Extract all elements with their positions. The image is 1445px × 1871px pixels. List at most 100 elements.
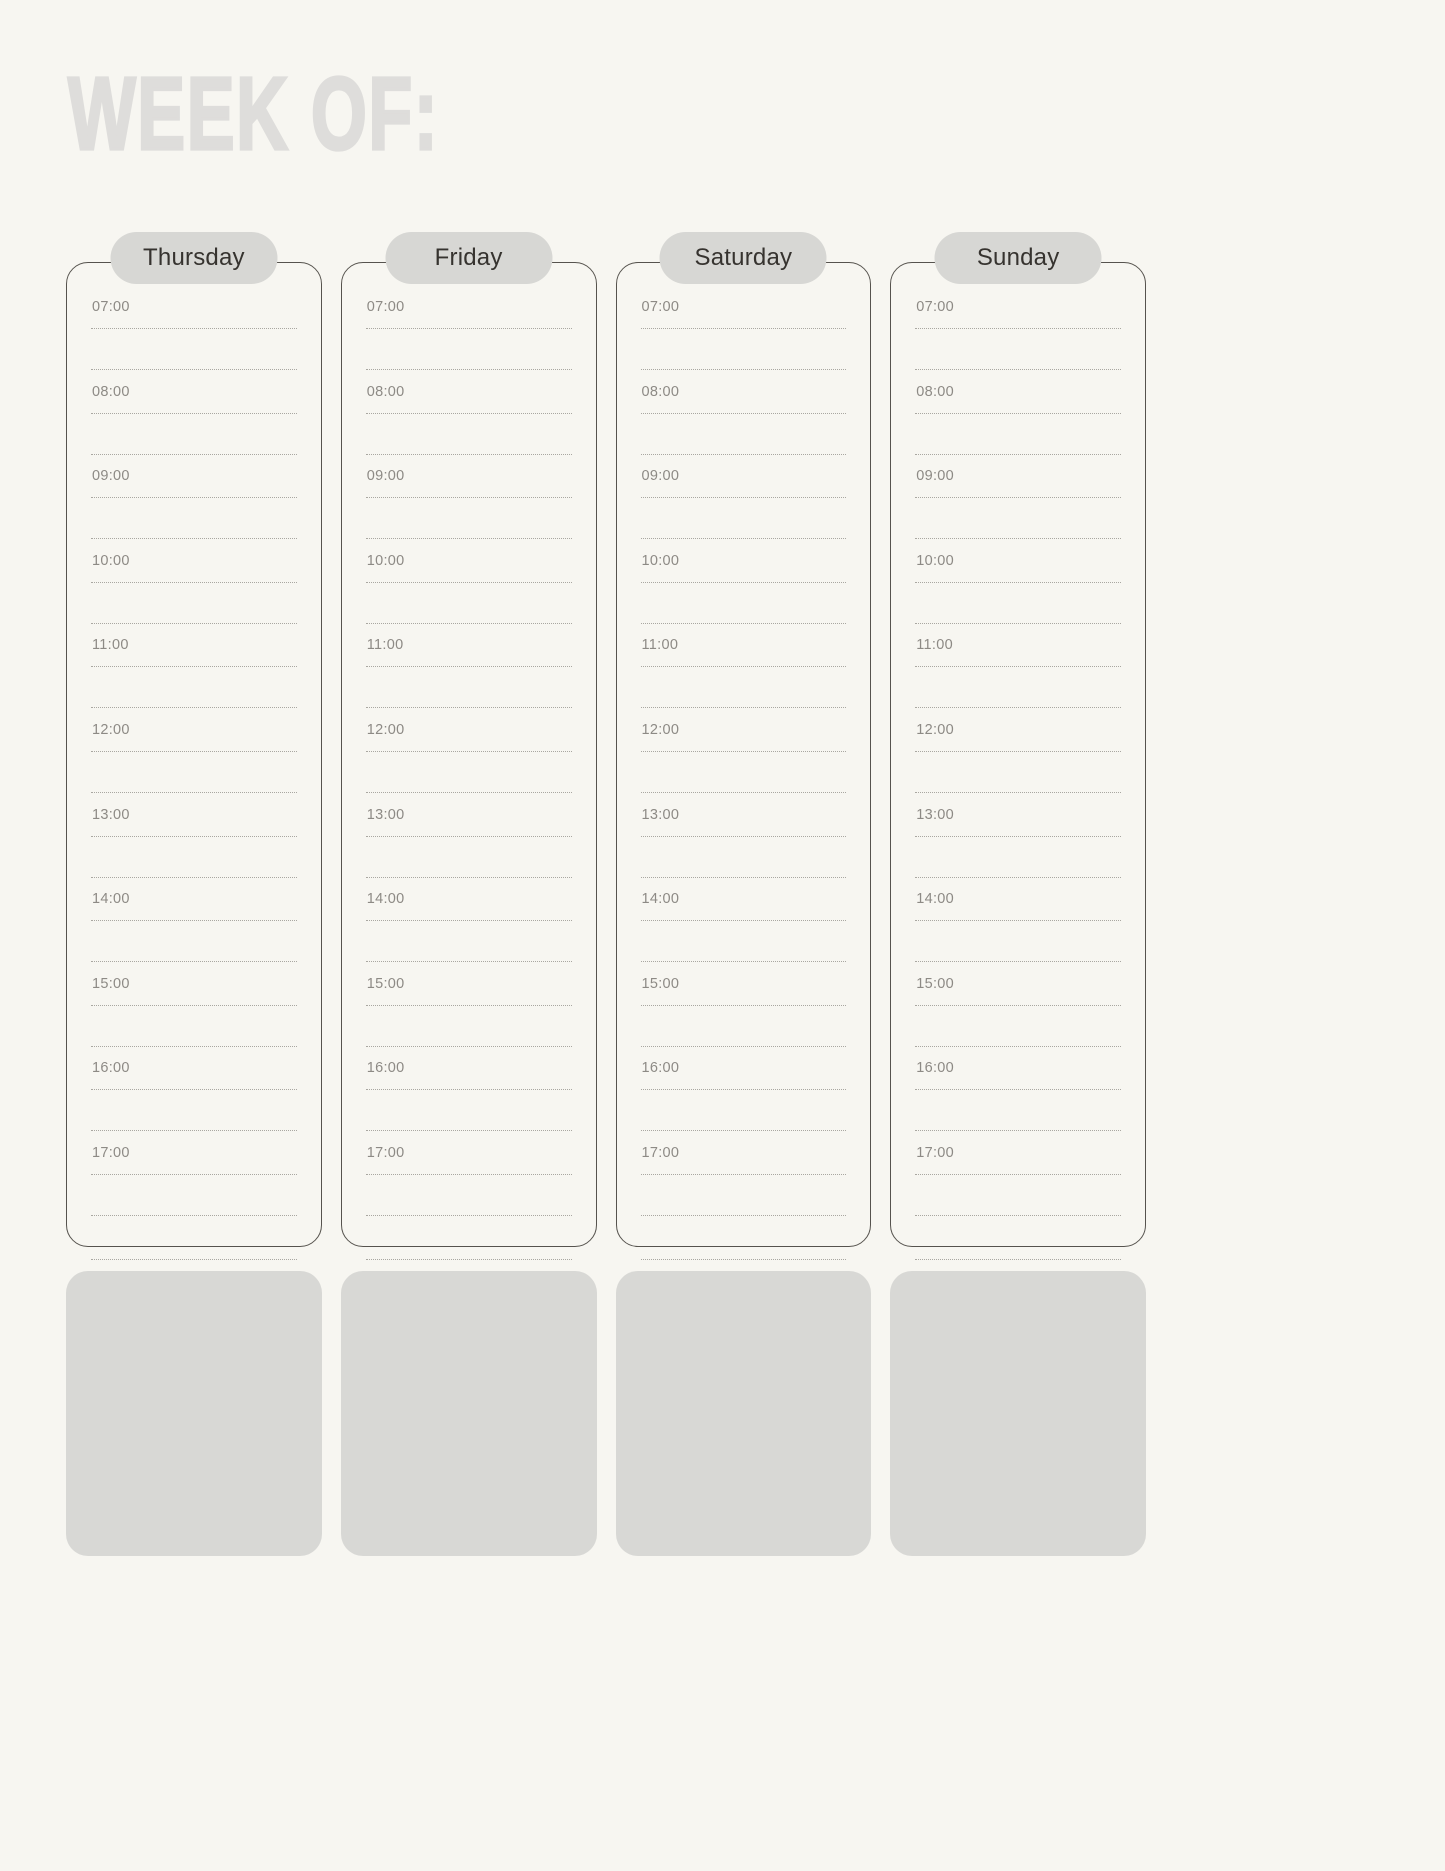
day-header-pill[interactable]: Thursday [110, 232, 278, 284]
writing-rule [91, 1258, 297, 1260]
time-label: 15:00 [92, 975, 130, 992]
time-slot[interactable]: 12:00 [365, 722, 572, 807]
time-slot[interactable]: 15:00 [915, 976, 1121, 1061]
time-slot[interactable]: 16:00 [91, 1060, 297, 1145]
time-slot[interactable]: 12:00 [640, 721, 847, 807]
time-slot[interactable]: 07:00 [915, 299, 1121, 384]
writing-rule [640, 1214, 847, 1216]
time-slot[interactable]: 08:00 [91, 384, 297, 469]
time-slot-list: 07:00 08:00 09:00 10:00 11:00 12:00 13:00 14:00… [640, 299, 847, 1260]
writing-rule [640, 666, 847, 668]
time-label: 10:00 [641, 552, 680, 569]
writing-rule [640, 453, 847, 455]
day-header-pill[interactable]: Sunday [934, 232, 1102, 284]
writing-rule [640, 961, 847, 963]
time-slot-list: 07:00 08:00 09:00 10:00 11:00 12:00 13:00 14:00… [365, 299, 572, 1260]
time-label: 07:00 [366, 299, 405, 315]
time-slot[interactable]: 17:00 [915, 1145, 1121, 1230]
writing-rule [365, 1173, 572, 1175]
time-slot[interactable]: 13:00 [640, 806, 847, 892]
time-slot[interactable]: 10:00 [915, 553, 1121, 638]
writing-rule [915, 1045, 1121, 1047]
time-label: 09:00 [92, 468, 130, 485]
time-slot[interactable]: 15:00 [365, 975, 572, 1061]
writing-rule [915, 622, 1121, 624]
time-slot[interactable]: 08:00 [915, 384, 1121, 469]
time-slot[interactable]: 07:00 [640, 299, 847, 384]
writing-rule [915, 412, 1121, 414]
time-slot[interactable]: 09:00 [915, 468, 1121, 553]
time-label: 15:00 [366, 975, 405, 992]
writing-rule [640, 328, 847, 329]
time-slot[interactable]: 17:00 [640, 1145, 847, 1230]
writing-rule [915, 453, 1121, 455]
writing-rule [91, 497, 297, 499]
writing-rule [915, 538, 1121, 540]
time-slot[interactable]: 08:00 [640, 383, 847, 469]
writing-rule [915, 666, 1121, 668]
time-slot[interactable]: 16:00 [640, 1060, 847, 1145]
time-slot[interactable]: 09:00 [91, 468, 297, 553]
writing-rule [640, 369, 847, 370]
time-slot[interactable]: 09:00 [640, 468, 847, 553]
day-header-pill[interactable]: Friday [385, 232, 553, 284]
time-label: 10:00 [366, 552, 405, 569]
writing-rule [91, 412, 297, 414]
time-label: 13:00 [641, 806, 680, 823]
time-slot[interactable]: 14:00 [91, 891, 297, 976]
writing-rule [365, 750, 572, 752]
time-slot[interactable]: 15:00 [91, 976, 297, 1061]
time-slot[interactable]: 15:00 [640, 976, 847, 1061]
time-slot[interactable]: 16:00 [915, 1060, 1121, 1145]
writing-rule [915, 1258, 1121, 1260]
time-slot[interactable]: 08:00 [365, 384, 572, 469]
time-slot[interactable]: 11:00 [91, 637, 297, 722]
writing-rule [365, 369, 572, 370]
time-label: 11:00 [92, 637, 129, 654]
time-slot[interactable]: 14:00 [640, 891, 847, 976]
day-name-label: Sunday [976, 244, 1060, 271]
writing-rule [915, 1214, 1121, 1216]
time-slot[interactable]: 11:00 [365, 637, 572, 722]
time-label: 08:00 [641, 383, 680, 400]
time-label: 13:00 [366, 806, 405, 823]
writing-rule [91, 1045, 297, 1047]
writing-rule [365, 453, 572, 455]
time-slot[interactable]: 12:00 [915, 722, 1121, 807]
time-slot[interactable]: 11:00 [915, 637, 1121, 722]
time-slot[interactable]: 14:00 [915, 891, 1121, 976]
time-slot[interactable]: 13:00 [915, 807, 1121, 892]
time-slot-tail[interactable] [365, 1230, 572, 1315]
time-label: 15:00 [916, 975, 955, 992]
writing-rule [365, 835, 572, 837]
day-header-pill[interactable]: Saturday [659, 232, 827, 284]
time-label: 12:00 [92, 721, 130, 738]
time-slot[interactable]: 17:00 [365, 1145, 572, 1230]
writing-rule [915, 497, 1121, 499]
time-slot[interactable]: 07:00 [91, 299, 297, 384]
time-slot-tail[interactable] [915, 1230, 1121, 1315]
writing-rule [640, 581, 847, 583]
time-slot[interactable]: 11:00 [640, 637, 847, 722]
time-slot[interactable]: 07:00 [365, 299, 572, 384]
time-label: 16:00 [641, 1060, 680, 1077]
time-slot[interactable]: 13:00 [365, 806, 572, 892]
writing-rule [365, 622, 572, 624]
time-slot-tail[interactable] [640, 1230, 847, 1315]
time-slot[interactable]: 09:00 [365, 468, 572, 553]
time-slot[interactable]: 10:00 [91, 553, 297, 638]
time-slot[interactable]: 16:00 [365, 1060, 572, 1145]
time-label: 13:00 [916, 806, 955, 823]
time-slot[interactable]: 12:00 [91, 722, 297, 807]
time-slot[interactable]: 10:00 [640, 552, 847, 638]
writing-rule [365, 1130, 572, 1132]
time-slot-tail[interactable] [91, 1230, 297, 1315]
time-slot[interactable]: 10:00 [365, 552, 572, 638]
time-label: 12:00 [641, 721, 680, 738]
time-slot[interactable]: 17:00 [91, 1145, 297, 1230]
time-slot[interactable]: 14:00 [365, 891, 572, 976]
time-slot-list: 07:00 08:00 09:00 10:00 11:00 12:00 13:00 14:00… [91, 299, 297, 1260]
writing-rule [915, 581, 1121, 583]
writing-rule [91, 1214, 297, 1216]
time-slot[interactable]: 13:00 [91, 807, 297, 892]
